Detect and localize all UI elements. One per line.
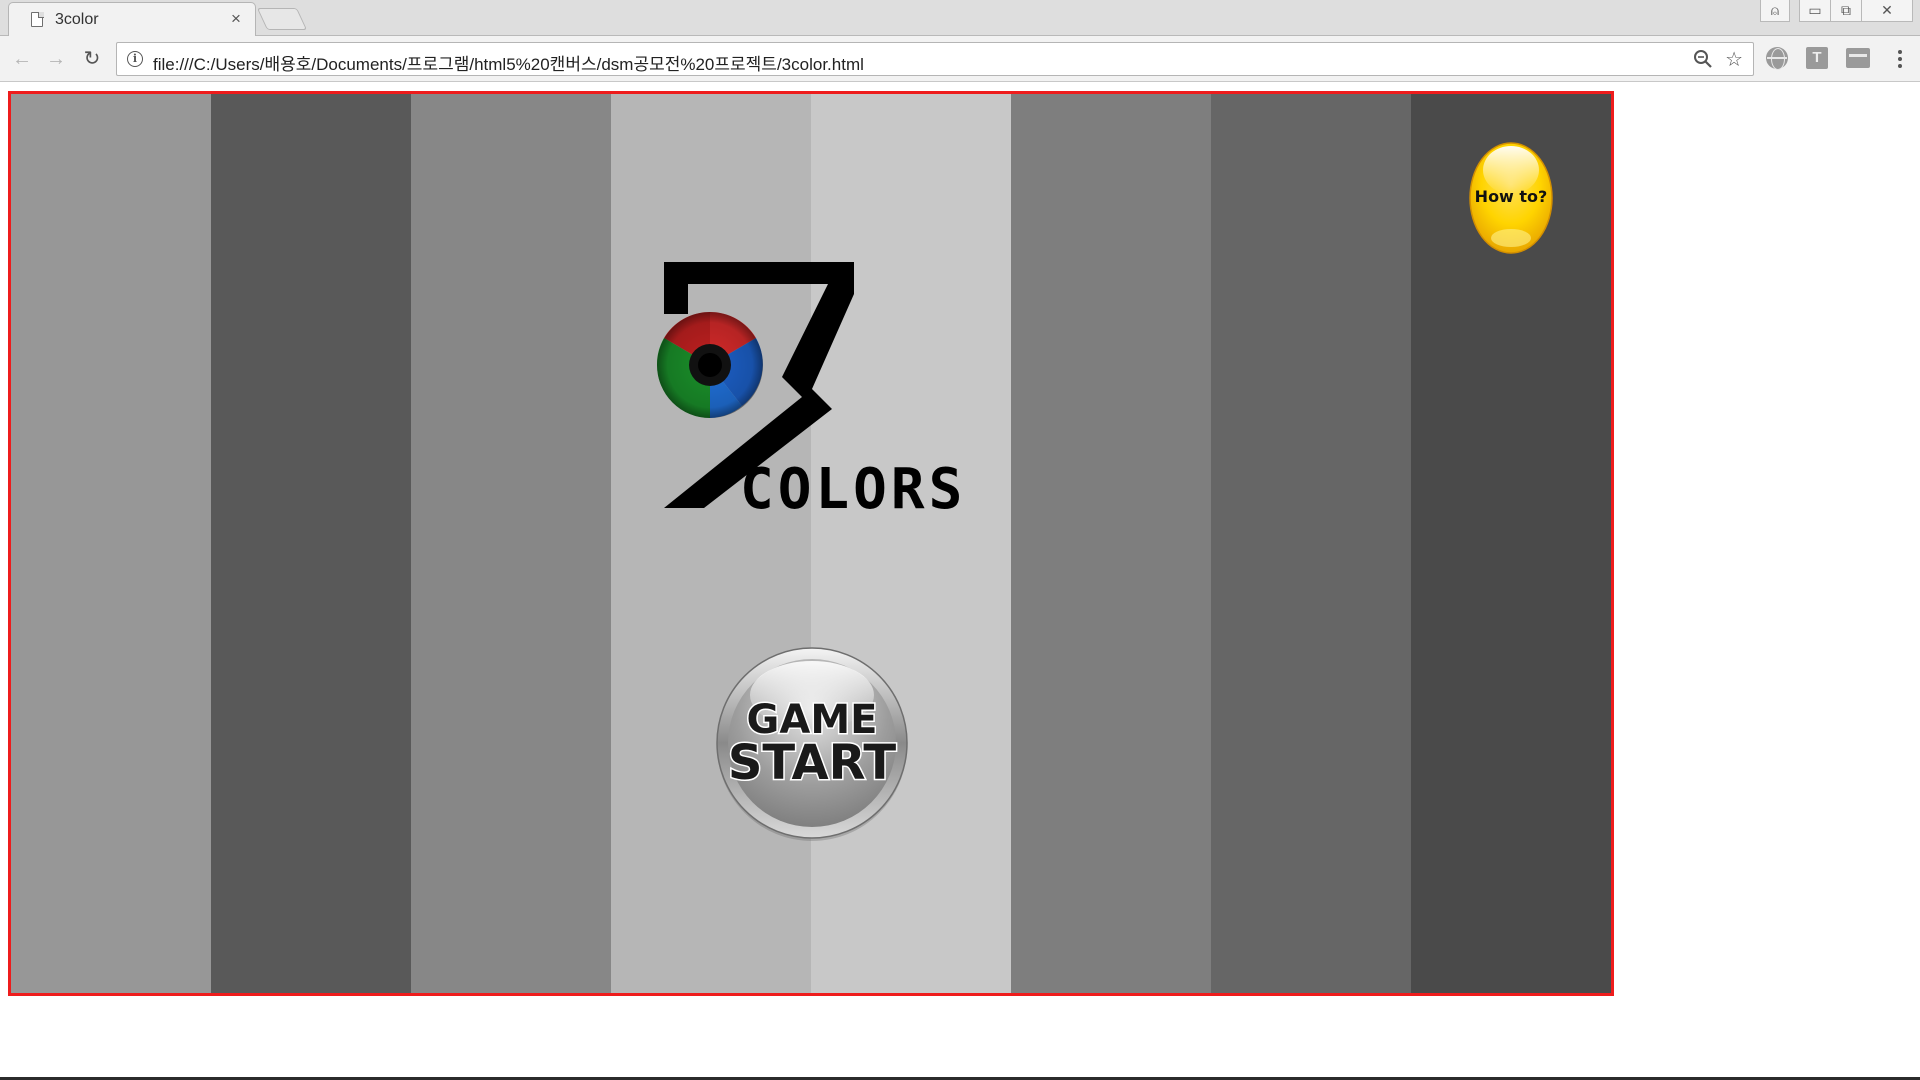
translate-icon[interactable]: T	[1806, 47, 1828, 69]
star-icon[interactable]: ☆	[1725, 47, 1743, 72]
forward-button[interactable]: →	[44, 47, 68, 71]
tab-3color[interactable]: 3color ×	[8, 2, 256, 36]
close-window-button[interactable]: ✕	[1861, 0, 1913, 22]
globe-icon[interactable]	[1766, 47, 1788, 70]
stripe-2	[211, 94, 411, 993]
stripe-6	[1011, 94, 1211, 993]
page-icon	[31, 11, 44, 27]
game-logo: COLORS	[656, 262, 966, 512]
stripe-1	[11, 94, 211, 993]
stripe-5	[811, 94, 1011, 993]
logo-eye-icon	[656, 311, 763, 418]
game-start-button[interactable]: GAME START	[714, 645, 910, 841]
back-button[interactable]: ←	[10, 47, 34, 71]
how-to-button[interactable]: How to?	[1469, 142, 1553, 254]
tab-title: 3color	[55, 11, 99, 28]
how-to-label: How to?	[1474, 187, 1548, 206]
browser-chrome: 3color × ⍝ ▭ ⧉ ✕ ← → ↻ i file:///C:/User…	[0, 0, 1920, 82]
stripe-7	[1211, 94, 1411, 993]
info-icon[interactable]: i	[127, 51, 143, 67]
start-line2: START	[728, 735, 897, 791]
start-button-graphic: GAME START	[716, 647, 908, 841]
user-profile-button[interactable]: ⍝	[1760, 0, 1790, 22]
toolbar: ← → ↻ i file:///C:/Users/배용호/Documents/프…	[0, 37, 1920, 82]
restore-button[interactable]: ⧉	[1830, 0, 1862, 22]
reload-button[interactable]: ↻	[80, 47, 104, 71]
tab-close-icon[interactable]: ×	[231, 9, 241, 29]
url-text[interactable]: file:///C:/Users/배용호/Documents/프로그램/html…	[153, 50, 864, 75]
tab-strip: 3color × ⍝ ▭ ⧉ ✕	[0, 0, 1920, 36]
address-bar[interactable]: i file:///C:/Users/배용호/Documents/프로그램/ht…	[116, 42, 1754, 76]
logo-word: COLORS	[740, 457, 966, 512]
minimize-button[interactable]: ▭	[1799, 0, 1831, 22]
panel-icon[interactable]	[1846, 48, 1870, 68]
zoom-icon[interactable]	[1693, 49, 1713, 69]
stripe-3	[411, 94, 611, 993]
game-canvas[interactable]: COLORS How to? GAME START	[8, 91, 1614, 996]
stripe-4	[611, 94, 811, 993]
new-tab-button[interactable]	[256, 8, 308, 30]
menu-icon[interactable]	[1890, 48, 1910, 70]
background-stripes	[11, 94, 1611, 993]
